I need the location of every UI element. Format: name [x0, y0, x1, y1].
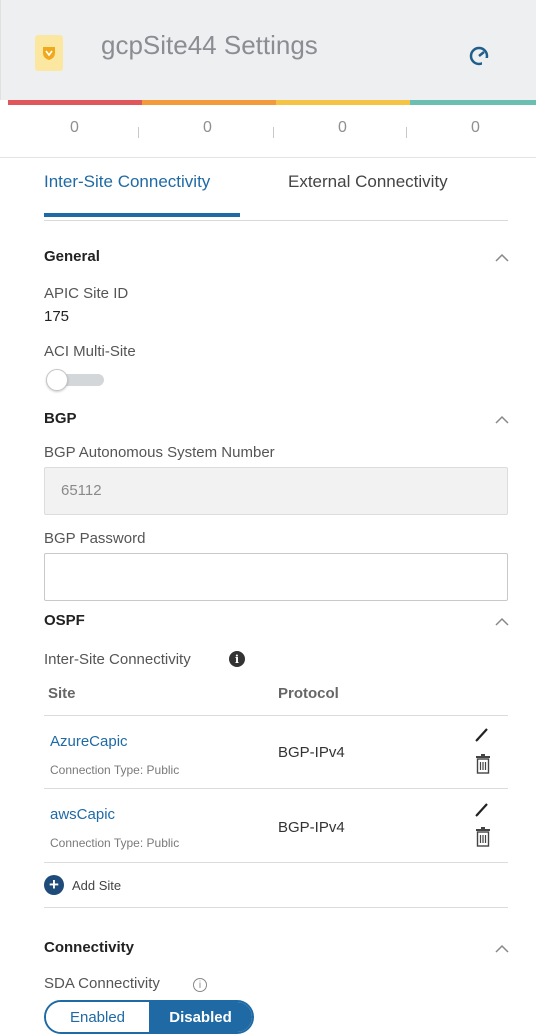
count-warning: 0	[471, 119, 480, 136]
count-major: 0	[203, 119, 212, 136]
connection-type: Connection Type: Public	[50, 763, 180, 777]
protocol-value: BGP-IPv4	[278, 819, 345, 836]
chevron-up-icon[interactable]	[494, 415, 510, 425]
connection-type: Connection Type: Public	[50, 836, 180, 850]
apic-site-id-label: APIC Site ID	[44, 285, 129, 302]
apic-site-id-value: 175	[44, 308, 70, 325]
aci-multisite-label: ACI Multi-Site	[44, 343, 136, 360]
plus-icon: +	[44, 875, 64, 895]
chevron-up-icon[interactable]	[494, 617, 510, 627]
add-site-label: Add Site	[72, 877, 122, 893]
bgp-section-title: BGP	[44, 410, 77, 427]
page-title: gcpSite44 Settings	[101, 30, 318, 60]
option-disabled[interactable]: Disabled	[149, 1002, 252, 1032]
info-icon[interactable]: i	[193, 978, 207, 992]
trash-icon[interactable]	[474, 826, 492, 848]
divider	[406, 127, 407, 138]
site-link-azurecapic[interactable]: AzureCapic	[50, 733, 128, 750]
divider	[138, 127, 139, 138]
ospf-section-title: OSPF	[44, 612, 85, 629]
divider	[44, 907, 508, 908]
table-header-site: Site	[48, 685, 76, 702]
bgp-asn-input: 65112	[44, 467, 508, 515]
trash-icon[interactable]	[474, 753, 492, 775]
option-enabled[interactable]: Enabled	[46, 1002, 149, 1032]
inter-site-connectivity-label: Inter-Site Connectivity	[44, 651, 191, 668]
divider	[44, 862, 508, 863]
divider	[44, 715, 508, 716]
shield-icon	[35, 35, 63, 71]
count-minor: 0	[338, 119, 347, 136]
bgp-asn-label: BGP Autonomous System Number	[44, 444, 275, 461]
sda-connectivity-label: SDA Connectivity	[44, 975, 160, 992]
bgp-password-input[interactable]	[44, 553, 508, 601]
info-icon[interactable]: i	[229, 651, 245, 667]
tab-external-connectivity[interactable]: External Connectivity	[288, 172, 448, 192]
settings-header: gcpSite44 Settings	[0, 0, 536, 100]
add-site-button[interactable]: + Add Site	[44, 875, 121, 895]
divider	[44, 788, 508, 789]
sda-connectivity-toggle[interactable]: Enabled Disabled	[44, 1000, 254, 1034]
chevron-up-icon[interactable]	[494, 253, 510, 263]
aci-multisite-toggle[interactable]	[46, 369, 104, 391]
protocol-value: BGP-IPv4	[278, 744, 345, 761]
divider	[273, 127, 274, 138]
pencil-icon[interactable]	[474, 801, 490, 817]
count-critical: 0	[70, 119, 79, 136]
connectivity-section-title: Connectivity	[44, 939, 135, 956]
pencil-icon[interactable]	[474, 726, 490, 742]
fault-counts: 0 0 0 0	[0, 105, 536, 158]
table-header-protocol: Protocol	[278, 685, 339, 702]
tab-inter-site-connectivity[interactable]: Inter-Site Connectivity	[44, 172, 210, 192]
general-section-title: General	[44, 248, 100, 265]
bgp-password-label: BGP Password	[44, 530, 146, 547]
health-refresh-icon[interactable]	[467, 44, 491, 68]
active-tab-indicator	[44, 213, 240, 217]
site-link-awscapic[interactable]: awsCapic	[50, 806, 115, 823]
chevron-up-icon[interactable]	[494, 944, 510, 954]
toggle-knob	[46, 369, 68, 391]
tab-divider	[44, 220, 508, 221]
